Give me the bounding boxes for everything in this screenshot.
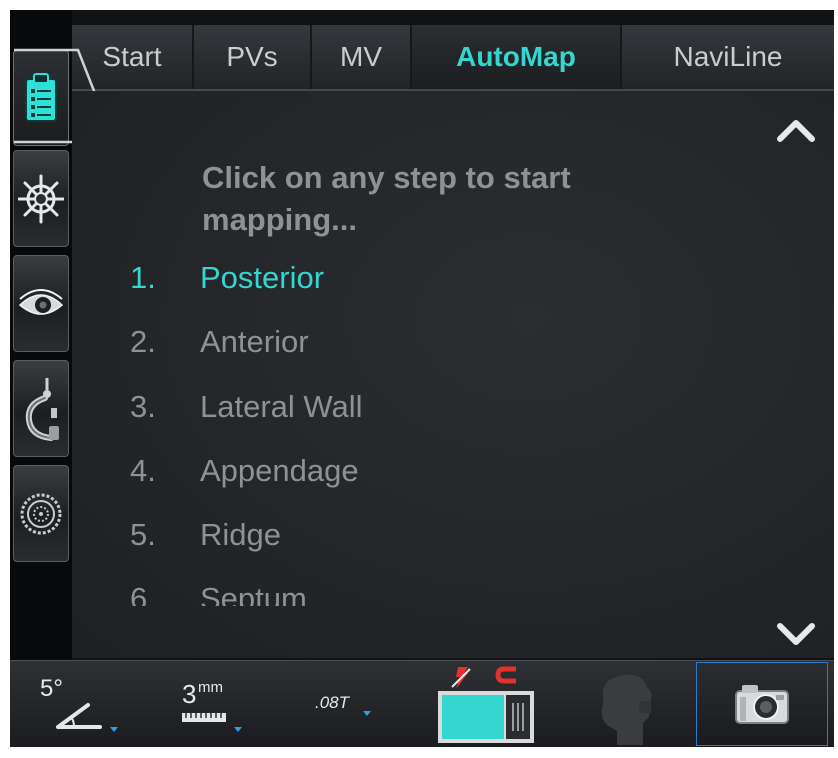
sidebar-item-task-list[interactable] (13, 50, 69, 146)
chevron-down-icon[interactable] (776, 622, 816, 648)
angle-value: 5° (40, 675, 63, 702)
target-dial-icon (20, 493, 62, 534)
step-label: Septum (200, 581, 307, 606)
step-item[interactable]: 6 Septum (130, 579, 307, 606)
instruction-text: Click on any step to start mapping... (202, 160, 571, 237)
anatomy-model-tool[interactable] (585, 661, 675, 747)
step-label: Lateral Wall (200, 389, 363, 424)
camera-icon (735, 685, 789, 724)
threshold-tool[interactable]: .08T (305, 661, 395, 747)
magnet-toggle-icon (438, 666, 534, 743)
ship-wheel-icon (18, 174, 64, 223)
distance-unit: mm (198, 679, 223, 696)
step-number: 6 (130, 581, 148, 606)
tab-mv[interactable]: MV (312, 25, 412, 89)
heart-model-icon (601, 674, 652, 745)
step-number: 3. (130, 389, 156, 424)
step-label: Appendage (200, 453, 359, 488)
step-item[interactable]: 4. Appendage (130, 451, 359, 491)
tab-start[interactable]: Start (72, 25, 194, 89)
step-number: 2. (130, 324, 156, 359)
chevron-up-icon[interactable] (776, 117, 816, 143)
steps-scroll-area[interactable]: Click on any step to start mapping... 1.… (72, 91, 834, 606)
distance-value: 3 (182, 679, 197, 709)
tab-pvs[interactable]: PVs (194, 25, 312, 89)
clipboard-icon (25, 73, 57, 122)
bottom-toolbar: 5° 3 mm .08T (10, 660, 834, 747)
step-item[interactable]: 2. Anterior (130, 322, 309, 362)
step-number: 5. (130, 517, 156, 552)
screenshot-button[interactable] (696, 662, 828, 746)
sidebar-item-catheter[interactable] (13, 360, 69, 457)
step-label: Posterior (200, 260, 325, 295)
tab-bar: Start PVs MV AutoMap NaviLine (72, 25, 834, 91)
step-label: Ridge (200, 517, 281, 552)
automap-panel: Click on any step to start mapping... 1.… (72, 91, 834, 658)
tab-naviline[interactable]: NaviLine (622, 25, 834, 89)
sidebar-item-view[interactable] (13, 255, 69, 352)
step-item[interactable]: 1. Posterior (130, 258, 324, 298)
sidebar-item-navigation[interactable] (13, 150, 69, 247)
step-item[interactable]: 3. Lateral Wall (130, 387, 363, 427)
step-number: 4. (130, 453, 156, 488)
step-item[interactable]: 5. Ridge (130, 515, 281, 555)
sidebar-item-map-settings[interactable] (13, 465, 69, 562)
distance-tool[interactable]: 3 mm (170, 661, 270, 747)
eye-icon (18, 288, 64, 315)
magnet-toggle[interactable] (430, 661, 550, 747)
angle-icon (56, 703, 118, 732)
angle-tool[interactable]: 5° (30, 661, 140, 747)
step-label: Anterior (200, 324, 309, 359)
app-window: Start PVs MV AutoMap NaviLine Click on a… (10, 10, 834, 747)
sidebar (10, 10, 72, 660)
step-number: 1. (130, 260, 156, 295)
catheter-icon (25, 377, 59, 441)
tab-automap[interactable]: AutoMap (412, 25, 622, 89)
threshold-value: .08T (315, 693, 350, 712)
